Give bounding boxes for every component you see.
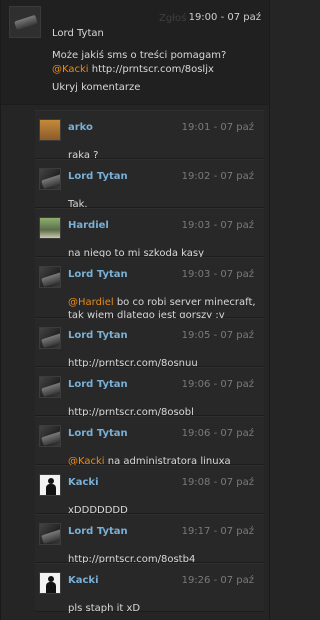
phone-icon — [41, 332, 60, 348]
comment-author[interactable]: Lord Tytan — [52, 28, 104, 39]
top-comment: Zgłoś 19:00 - 07 paź Lord Tytan Może jak… — [1, 0, 269, 105]
mention-link[interactable]: @Hardiel — [68, 297, 114, 308]
phone-icon — [41, 271, 60, 287]
reply-timestamp: 19:06 - 07 paź — [181, 428, 254, 439]
reply-item: Lord Tytan 19:03 - 07 paź @Hardiel bo co r… — [35, 257, 264, 321]
comment-text: Może jakiś sms o treści pomagam? @Kacki … — [52, 49, 264, 77]
reply-author[interactable]: Lord Tytan — [68, 269, 128, 280]
reply-timestamp: 19:01 - 07 paź — [181, 122, 254, 133]
reply-author[interactable]: arko — [68, 122, 93, 133]
reply-item: Lord Tytan 19:06 - 07 paź http://prntscr.c… — [35, 367, 264, 418]
reply-timestamp: 19:06 - 07 paź — [181, 379, 254, 390]
comment-text-part: Może jakiś sms o treści pomagam? — [52, 50, 227, 61]
reply-avatar[interactable] — [39, 425, 61, 447]
reply-text-content: pls staph it xD — [68, 603, 141, 614]
comment-thread: Zgłoś 19:00 - 07 paź Lord Tytan Może jak… — [0, 0, 270, 620]
user-silhouette-icon — [46, 576, 56, 593]
reply-timestamp: 19:03 - 07 paź — [181, 220, 254, 231]
reply-avatar[interactable] — [39, 376, 61, 398]
reply-timestamp: 19:03 - 07 paź — [181, 269, 254, 280]
report-link[interactable]: Zgłoś — [159, 13, 186, 24]
reply-author[interactable]: Lord Tytan — [68, 171, 128, 182]
reply-author[interactable]: Lord Tytan — [68, 428, 128, 439]
phone-icon — [41, 528, 60, 544]
mention-link[interactable]: @Kacki — [52, 64, 89, 75]
reply-avatar[interactable] — [39, 266, 61, 288]
reply-avatar[interactable] — [39, 168, 61, 190]
reply-item: Kacki 19:08 - 07 paź xDDDDDDD — [35, 465, 264, 516]
reply-item: Lord Tytan 19:02 - 07 paź Tak. — [35, 159, 264, 210]
reply-author[interactable]: Kacki — [68, 575, 99, 586]
reply-author[interactable]: Kacki — [68, 477, 99, 488]
phone-icon — [14, 14, 38, 31]
reply-item: arko 19:01 - 07 paź raka ? — [35, 110, 264, 161]
author-avatar[interactable] — [9, 6, 41, 38]
reply-timestamp: 19:17 - 07 paź — [181, 526, 254, 537]
reply-timestamp: 19:26 - 07 paź — [181, 575, 254, 586]
reply-avatar[interactable] — [39, 474, 61, 496]
comment-timestamp: 19:00 - 07 paź — [188, 12, 261, 23]
phone-icon — [41, 430, 60, 446]
comment-link[interactable]: http://prntscr.com/8osljx — [89, 64, 214, 75]
reply-avatar[interactable] — [39, 523, 61, 545]
reply-avatar[interactable] — [39, 119, 61, 141]
user-silhouette-icon — [46, 478, 56, 495]
reply-item: Lord Tytan 19:17 - 07 paź http://prntscr.c… — [35, 514, 264, 565]
reply-item: Hardiel 19:03 - 07 paź na niego to mi szko… — [35, 208, 264, 259]
reply-timestamp: 19:08 - 07 paź — [181, 477, 254, 488]
reply-avatar[interactable] — [39, 327, 61, 349]
reply-item: Lord Tytan 19:06 - 07 paź @Kacki na admini… — [35, 416, 264, 467]
phone-icon — [41, 173, 60, 189]
reply-timestamp: 19:02 - 07 paź — [181, 171, 254, 182]
phone-icon — [41, 381, 60, 397]
reply-text: pls staph it xD — [68, 602, 258, 615]
reply-author[interactable]: Hardiel — [68, 220, 109, 231]
reply-author[interactable]: Lord Tytan — [68, 330, 128, 341]
reply-author[interactable]: Lord Tytan — [68, 526, 128, 537]
reply-item: Lord Tytan 19:05 - 07 paź http://prntscr.c… — [35, 318, 264, 369]
reply-avatar[interactable] — [39, 572, 61, 594]
reply-item: Kacki 19:26 - 07 paź pls staph it xD — [35, 563, 264, 615]
reply-author[interactable]: Lord Tytan — [68, 379, 128, 390]
reply-timestamp: 19:05 - 07 paź — [181, 330, 254, 341]
reply-avatar[interactable] — [39, 217, 61, 239]
hide-comments-link[interactable]: Ukryj komentarze — [52, 82, 140, 93]
